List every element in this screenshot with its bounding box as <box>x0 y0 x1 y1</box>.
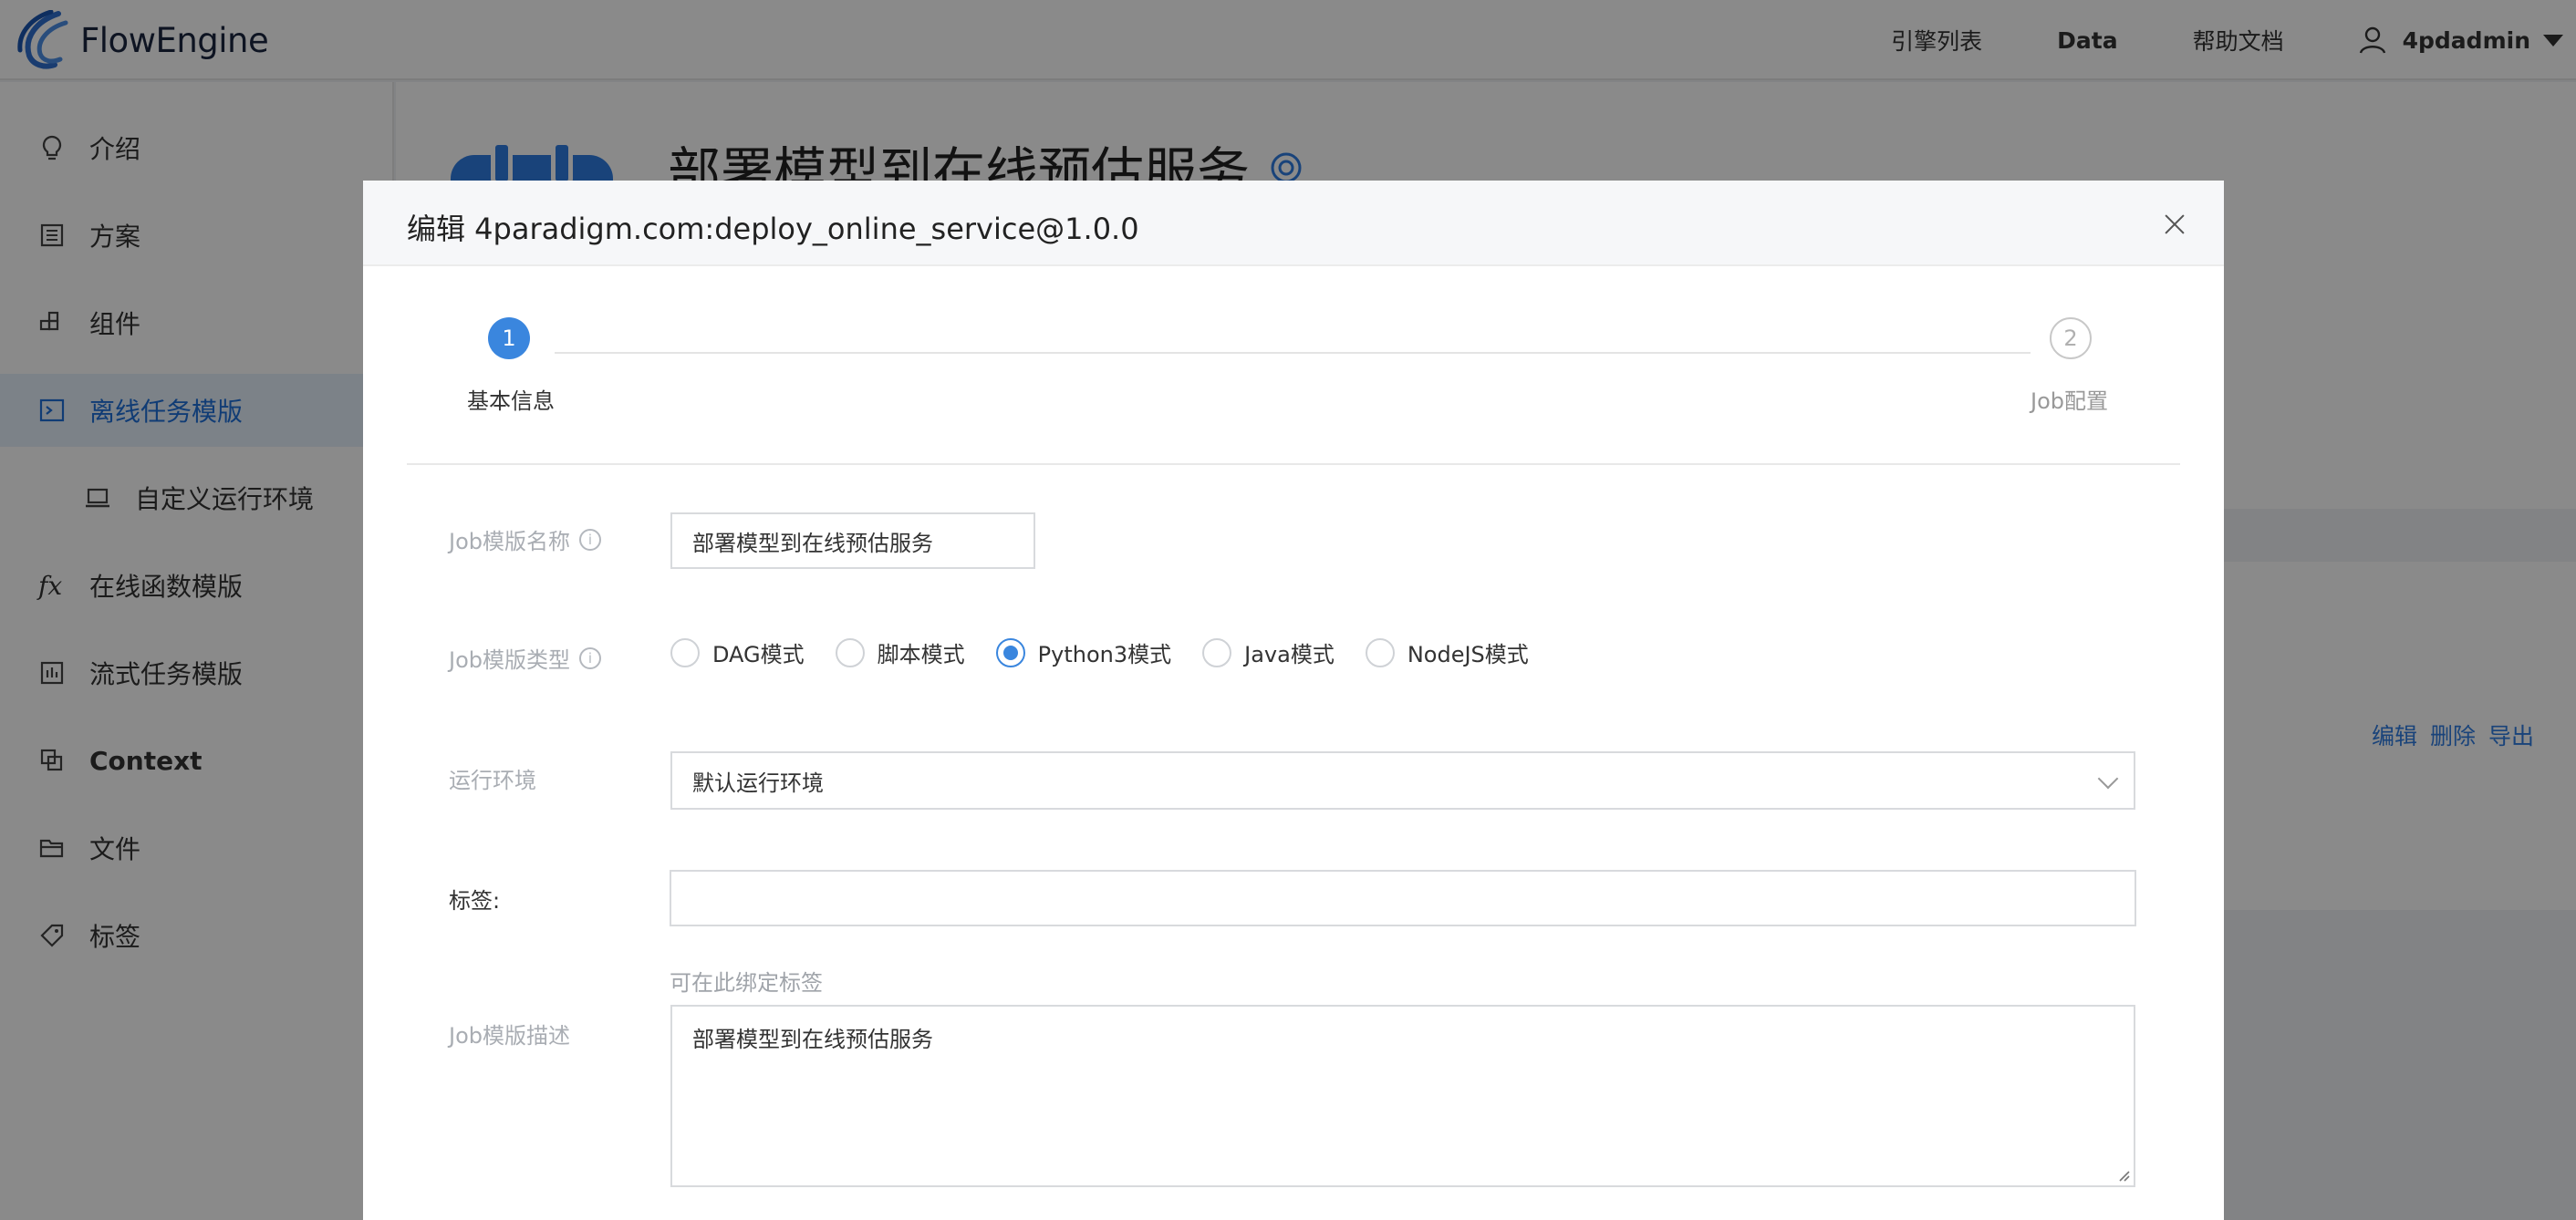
type-radio-group: DAG模式 脚本模式 Python3模式 Java模式 NodeJS模式 <box>670 636 1560 668</box>
tags-input[interactable] <box>670 870 2136 926</box>
type-label-text: Job模版类型 <box>449 647 570 673</box>
radio-label: Java模式 <box>1244 642 1335 667</box>
close-icon[interactable] <box>2164 213 2186 235</box>
name-input[interactable]: 部署模型到在线预估服务 <box>670 512 1035 569</box>
type-label: Job模版类型 i <box>449 642 601 674</box>
info-icon[interactable]: i <box>579 528 601 551</box>
step-1-label: 基本信息 <box>467 388 555 414</box>
radio-circle[interactable] <box>670 637 700 667</box>
modal-header: 编辑 4paradigm.com:deploy_online_service@1… <box>363 181 2224 266</box>
radio-dag[interactable]: DAG模式 <box>670 636 805 668</box>
env-label: 运行环境 <box>449 768 536 793</box>
name-label-text: Job模版名称 <box>449 529 570 554</box>
tags-label: 标签: <box>449 888 501 914</box>
env-select[interactable]: 默认运行环境 <box>670 751 2135 810</box>
radio-circle[interactable] <box>1202 637 1232 667</box>
info-icon[interactable]: i <box>579 646 601 669</box>
radio-python3[interactable]: Python3模式 <box>995 636 1172 668</box>
edit-modal: 编辑 4paradigm.com:deploy_online_service@1… <box>363 181 2224 1220</box>
radio-label: NodeJS模式 <box>1407 642 1529 667</box>
radio-nodejs[interactable]: NodeJS模式 <box>1365 636 1529 668</box>
radio-script[interactable]: 脚本模式 <box>835 636 965 668</box>
desc-text: 部署模型到在线预估服务 <box>692 1027 933 1052</box>
radio-circle[interactable] <box>1365 637 1395 667</box>
step-2-dot[interactable]: 2 <box>2050 317 2092 359</box>
radio-label: 脚本模式 <box>877 642 965 667</box>
modal-title: 编辑 4paradigm.com:deploy_online_service@1… <box>407 212 1139 246</box>
radio-circle[interactable] <box>995 637 1025 667</box>
desc-label: Job模版描述 <box>449 1023 570 1049</box>
tags-hint: 可在此绑定标签 <box>670 970 823 996</box>
chevron-down-icon <box>2097 768 2119 790</box>
desc-textarea[interactable]: 部署模型到在线预估服务 <box>670 1005 2135 1187</box>
steps: 1 基本信息 2 Job配置 <box>407 266 2180 465</box>
name-label: Job模版名称 i <box>449 523 601 555</box>
radio-java[interactable]: Java模式 <box>1202 636 1335 668</box>
resize-handle-icon[interactable] <box>2117 1169 2130 1182</box>
step-1-dot[interactable]: 1 <box>488 317 530 359</box>
step-2-label: Job配置 <box>2031 388 2108 414</box>
radio-circle[interactable] <box>835 637 865 667</box>
radio-label: Python3模式 <box>1037 642 1172 667</box>
env-select-value: 默认运行环境 <box>692 770 824 796</box>
radio-label: DAG模式 <box>712 642 805 667</box>
step-connector <box>555 352 2031 354</box>
